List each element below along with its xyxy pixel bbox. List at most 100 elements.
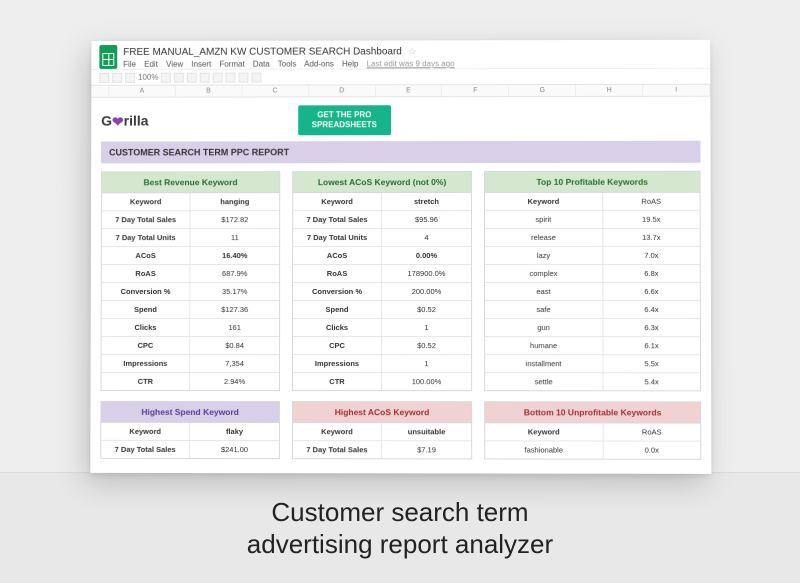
panel-header: Bottom 10 Unprofitable Keywords [485,402,700,423]
toolbar-button[interactable] [161,72,171,82]
cell-key: Clicks [293,319,382,336]
cell-value: 19.5x [603,211,700,228]
table-row: ACoS16.40% [102,247,279,265]
table-row: 7 Day Total Sales$7.19 [293,441,471,458]
panel-lowest-acos: Lowest ACoS Keyword (not 0%) Keywordstre… [292,171,472,391]
cell-value: 6.8x [603,265,700,282]
cell-key: spirit [485,211,603,228]
table-row: Impressions1 [293,355,471,373]
col-header[interactable]: G [509,85,576,96]
cell-key: humane [485,337,603,354]
cell-key: Keyword [101,423,190,440]
menu-tools[interactable]: Tools [278,60,297,69]
cell-key: lazy [485,247,603,264]
table-row: Conversion %200.00% [293,283,471,301]
panel-header: Top 10 Profitable Keywords [485,172,700,193]
list-item: installment5.5x [485,355,700,373]
cell-value: 200.00% [382,283,471,300]
cell-key: Spend [102,301,191,318]
table-row: RoAS687.9% [102,265,279,283]
toolbar-button[interactable] [252,72,262,82]
cell-value: 178900.0% [382,265,471,282]
cell-key: Impressions [293,355,382,372]
table-row: Keywordunsuitable [293,423,471,441]
menu-file[interactable]: File [123,60,136,69]
table-row: Conversion %35.17% [102,283,279,301]
col-header[interactable]: I [643,85,710,96]
table-row: ACoS0.00% [293,247,471,265]
cell-value: $7.19 [382,441,471,458]
col-header[interactable]: F [442,85,509,96]
cell-key: east [485,283,603,300]
table-row: CPC$0.52 [293,337,471,355]
list-item: east6.6x [485,283,700,301]
list-item: release13.7x [485,229,700,247]
cell-key: 7 Day Total Units [102,229,191,246]
toolbar-zoom[interactable]: 100% [138,73,158,82]
list-item: settle5.4x [485,373,700,390]
cell-key: CTR [101,373,190,390]
cell-value: 6.1x [603,337,700,354]
col-header[interactable]: E [376,85,443,96]
col-header[interactable]: A [109,86,176,97]
star-icon[interactable]: ☆ [408,46,416,56]
toolbar-button[interactable] [213,72,223,82]
menu-data[interactable]: Data [253,60,270,69]
list-item: humane6.1x [485,337,700,355]
get-pro-button[interactable]: GET THE PROSPREADSHEETS [298,105,391,135]
menu-addons[interactable]: Add-ons [304,60,334,69]
table-row: Spend$0.52 [293,301,471,319]
menu-format[interactable]: Format [219,60,244,69]
menu-view[interactable]: View [166,60,183,69]
panel-best-revenue: Best Revenue Keyword Keywordhanging7 Day… [100,171,280,391]
panel-header: Lowest ACoS Keyword (not 0%) [293,172,471,193]
cell-key: settle [485,373,603,390]
last-edit-info[interactable]: Last edit was 9 days ago [367,59,455,68]
list-item: fashionable0.0x [485,441,700,458]
cell-key: Conversion % [293,283,382,300]
toolbar-button[interactable] [200,72,210,82]
col-header[interactable]: H [576,85,643,96]
col-header[interactable]: B [176,86,243,97]
cell-key: 7 Day Total Units [293,229,382,246]
toolbar-button[interactable] [226,72,236,82]
table-header: Keyword RoAS [485,193,700,211]
cell-key: Keyword [293,423,382,440]
sheet-canvas[interactable]: G❤rilla GET THE PROSPREADSHEETS CUSTOMER… [90,97,711,474]
menu-bar: File Edit View Insert Format Data Tools … [123,59,460,69]
table-row: Keywordstretch [293,193,471,211]
col-header[interactable]: D [309,85,376,96]
table-row: Keywordflaky [101,423,279,441]
toolbar-button[interactable] [174,72,184,82]
caption-line-2: advertising report analyzer [0,528,800,560]
caption-line-1: Customer search term [0,496,800,528]
toolbar-button[interactable] [99,72,109,82]
table-row: Clicks1 [293,319,471,337]
table-row: Impressions7,354 [102,355,280,373]
menu-insert[interactable]: Insert [191,60,211,69]
cell-key: Keyword [293,193,382,210]
cell-value: 6.4x [603,301,700,318]
cell-value: 11 [190,229,279,246]
cell-key: 7 Day Total Sales [102,211,191,228]
cell-value: 6.6x [603,283,700,300]
cell-key: 7 Day Total Sales [293,441,382,458]
cell-key: ACoS [102,247,191,264]
list-item: gun6.3x [485,319,700,337]
toolbar-button[interactable] [187,72,197,82]
toolbar-button[interactable] [125,72,135,82]
menu-edit[interactable]: Edit [144,60,158,69]
toolbar-button[interactable] [239,72,249,82]
cell-value: 1 [382,319,471,336]
toolbar-button[interactable] [112,72,122,82]
cell-value: unsuitable [382,423,471,440]
menu-help[interactable]: Help [342,59,358,68]
cell-value: $241.00 [190,441,279,458]
list-item: complex6.8x [485,265,700,283]
panel-highest-spend: Highest Spend Keyword Keywordflaky7 Day … [100,401,280,459]
col-header[interactable]: C [242,85,309,96]
image-caption: Customer search term advertising report … [0,496,800,560]
table-row: CTR2.94% [101,373,279,390]
document-title[interactable]: FREE MANUAL_AMZN KW CUSTOMER SEARCH Dash… [123,46,402,58]
cell-key: 7 Day Total Sales [101,441,190,458]
